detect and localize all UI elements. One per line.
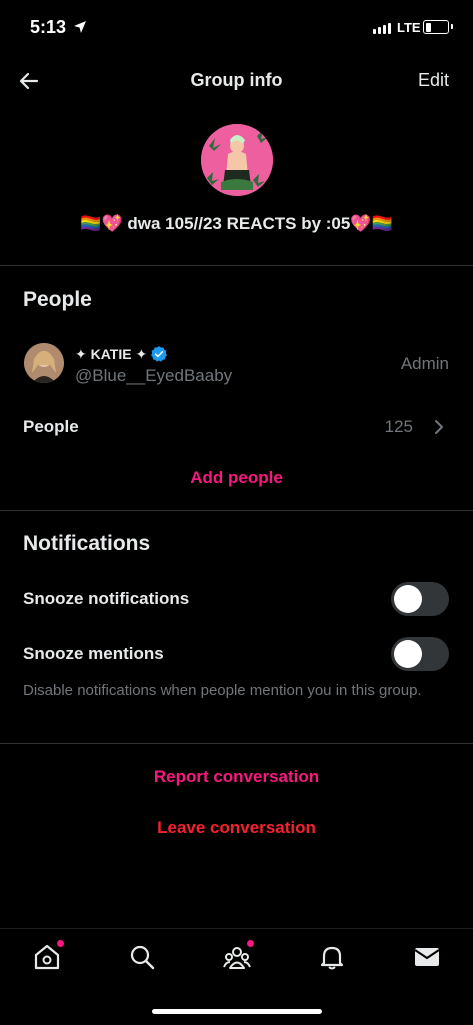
tab-notifications[interactable] [318, 943, 346, 971]
toggle-knob [394, 640, 422, 668]
people-section-title: People [23, 288, 92, 311]
member-name: ✦ KATIE ✦ [75, 345, 168, 363]
page-title: Group info [190, 70, 283, 90]
location-arrow-icon [74, 21, 86, 33]
people-row-label: People [23, 417, 79, 436]
snooze-notifications-toggle[interactable] [391, 582, 449, 616]
notifications-section-title: Notifications [23, 532, 151, 555]
divider [0, 510, 473, 511]
leave-conversation-button[interactable]: Leave conversation [0, 818, 473, 838]
nav-bar: Group info Edit [0, 56, 473, 106]
member-avatar-image [24, 343, 64, 383]
tab-home[interactable] [33, 940, 64, 971]
group-name: 🏳‍🌈💖 dwa 105//23 REACTS by :05💖🏳‍🌈 [80, 214, 393, 233]
chevron-right-icon [435, 420, 443, 434]
divider [0, 743, 473, 744]
group-avatar-image [201, 124, 273, 196]
snooze-notifications-label: Snooze notifications [23, 589, 190, 608]
status-bar: 5:13 LTE [0, 0, 473, 56]
add-people-button[interactable]: Add people [0, 468, 473, 488]
toggle-knob [394, 585, 422, 613]
member-role: Admin [400, 354, 449, 373]
tab-communities[interactable] [223, 940, 254, 971]
notification-dot [247, 940, 254, 947]
member-avatar [24, 343, 64, 383]
signal-strength-icon [373, 23, 391, 34]
verified-badge-icon [151, 346, 168, 362]
mail-icon [414, 948, 440, 966]
notification-dot [57, 940, 64, 947]
battery-icon [423, 20, 453, 34]
people-list-row[interactable]: People 125 [0, 405, 473, 449]
divider [0, 265, 473, 266]
member-name-text: ✦ KATIE ✦ [75, 345, 148, 362]
network-type: LTE [397, 20, 421, 35]
tab-messages[interactable] [413, 943, 441, 971]
bell-icon [320, 946, 344, 970]
member-handle: @Blue__EyedBaaby [75, 366, 233, 385]
status-time: 5:13 [30, 17, 67, 37]
group-avatar [201, 124, 273, 196]
home-icon [34, 944, 60, 970]
home-indicator [152, 1009, 322, 1014]
tab-search[interactable] [128, 943, 156, 971]
search-icon [130, 945, 155, 970]
snooze-mentions-hint: Disable notifications when people mentio… [23, 682, 422, 699]
edit-button[interactable]: Edit [418, 70, 449, 91]
snooze-mentions-label: Snooze mentions [23, 644, 164, 663]
communities-icon [223, 947, 251, 969]
people-count: 125 [384, 417, 413, 436]
report-conversation-button[interactable]: Report conversation [0, 767, 473, 787]
snooze-mentions-toggle[interactable] [391, 637, 449, 671]
